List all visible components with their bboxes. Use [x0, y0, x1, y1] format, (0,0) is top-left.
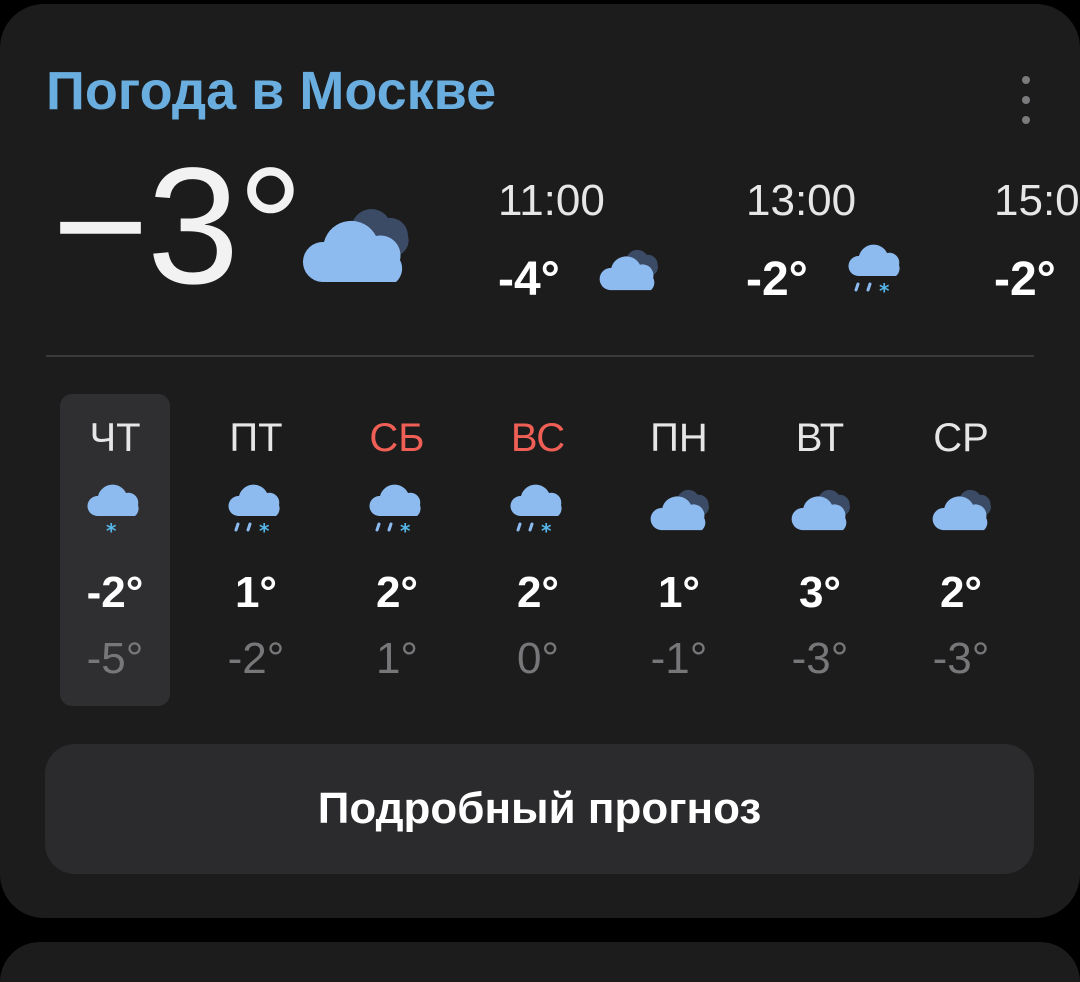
- day-name: СР: [933, 416, 989, 460]
- cloudy-icon: [649, 482, 713, 539]
- day-name: ПН: [650, 416, 708, 460]
- day-low-temp: -5°: [86, 634, 144, 683]
- day-low-temp: -3°: [932, 634, 990, 683]
- menu-dot: [1022, 76, 1030, 84]
- day-high-temp: 2°: [939, 568, 983, 617]
- svg-text:*: *: [106, 519, 117, 542]
- day-column[interactable]: СБ * 2° 1°: [342, 394, 452, 706]
- hour-item[interactable]: 13:00 -2° *: [746, 172, 986, 322]
- hour-time: 13:00: [746, 176, 857, 225]
- day-name: ЧТ: [89, 416, 141, 460]
- hour-item[interactable]: 15:00 -2° *: [994, 172, 1080, 322]
- snow-icon: *: [85, 482, 145, 547]
- day-low-temp: 0°: [516, 634, 560, 683]
- more-vertical-icon[interactable]: [1010, 76, 1042, 124]
- divider: [46, 355, 1034, 357]
- hourly-forecast[interactable]: 11:00 -4° 13:00 -2° * 15:00: [498, 172, 1080, 322]
- current-temperature: −3°: [52, 134, 304, 319]
- day-high-temp: -2°: [86, 568, 144, 617]
- current-cloudy-icon: [300, 196, 416, 293]
- svg-text:*: *: [541, 519, 552, 542]
- hour-item[interactable]: 11:00 -4°: [498, 172, 738, 322]
- day-low-temp: -3°: [791, 634, 849, 683]
- day-column[interactable]: СР 2° -3°: [906, 394, 1016, 706]
- day-column[interactable]: ВТ 3° -3°: [765, 394, 875, 706]
- sleet-icon: *: [226, 482, 286, 547]
- day-low-temp: -1°: [650, 634, 708, 683]
- day-name: СБ: [369, 416, 425, 460]
- hour-time: 15:00: [994, 176, 1080, 225]
- weather-widget: Погода в Москве −3° 11:00 -4° 13:00 -2°: [0, 4, 1080, 918]
- sleet-icon: *: [846, 242, 906, 307]
- detailed-forecast-button[interactable]: Подробный прогноз: [45, 744, 1034, 874]
- day-column[interactable]: ЧТ * -2° -5°: [60, 394, 170, 706]
- day-high-temp: 2°: [375, 568, 419, 617]
- sleet-icon: *: [508, 482, 568, 547]
- day-name: ПТ: [229, 416, 283, 460]
- day-high-temp: 1°: [234, 568, 278, 617]
- svg-text:*: *: [259, 519, 270, 542]
- day-name: ВТ: [795, 416, 845, 460]
- svg-text:*: *: [879, 279, 890, 302]
- cloudy-icon: [790, 482, 854, 539]
- menu-dot: [1022, 96, 1030, 104]
- day-column[interactable]: ПТ * 1° -2°: [201, 394, 311, 706]
- hour-temp: -4°: [498, 253, 560, 306]
- hour-time: 11:00: [498, 176, 605, 225]
- hour-temp: -2°: [994, 253, 1056, 306]
- svg-text:*: *: [400, 519, 411, 542]
- day-low-temp: 1°: [375, 634, 419, 683]
- next-card-edge: [0, 942, 1080, 982]
- day-column[interactable]: ВС * 2° 0°: [483, 394, 593, 706]
- cloudy-icon: [598, 242, 662, 299]
- widget-title[interactable]: Погода в Москве: [46, 60, 496, 122]
- day-high-temp: 1°: [657, 568, 701, 617]
- hour-temp: -2°: [746, 253, 808, 306]
- day-column[interactable]: ПН 1° -1°: [624, 394, 734, 706]
- cloudy-icon: [931, 482, 995, 539]
- day-name: ВС: [510, 416, 566, 460]
- sleet-icon: *: [367, 482, 427, 547]
- day-low-temp: -2°: [227, 634, 285, 683]
- menu-dot: [1022, 116, 1030, 124]
- day-high-temp: 2°: [516, 568, 560, 617]
- day-high-temp: 3°: [798, 568, 842, 617]
